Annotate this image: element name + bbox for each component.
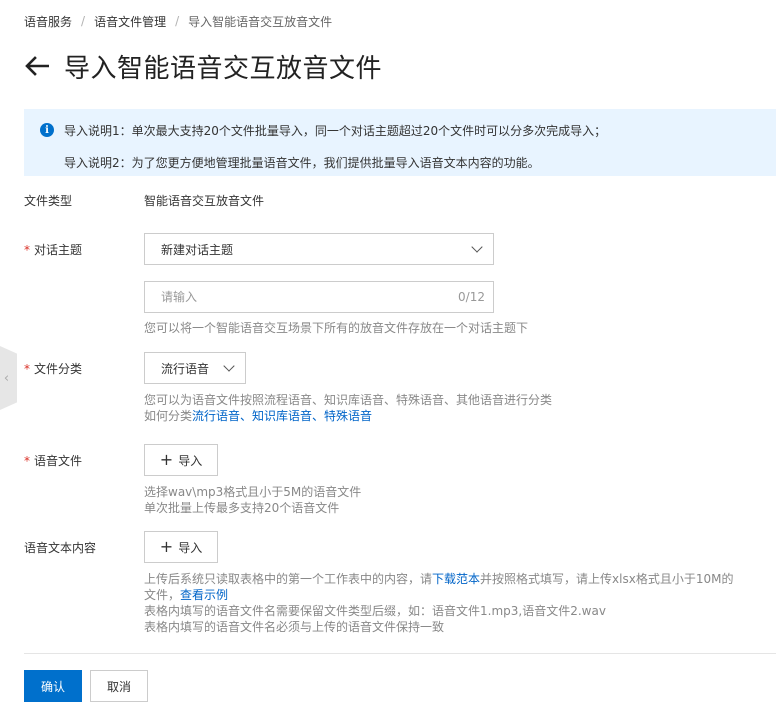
topic-name-field[interactable]: 0/12 [144, 281, 494, 313]
footer-divider [24, 653, 776, 654]
category-help-prefix: 如何分类 [144, 409, 193, 423]
topic-label-text: 对话主题 [34, 243, 83, 257]
char-counter: 0/12 [458, 290, 485, 304]
confirm-button[interactable]: 确认 [24, 670, 82, 702]
info-text-2: 导入说明2：为了您更方便地管理批量语音文件，我们提供批量导入语音文本内容的功能。 [64, 155, 540, 170]
topic-help: 您可以将一个智能语音交互场景下所有的放音文件存放在一个对话主题下 [144, 321, 529, 335]
text-content-help-prefix-2: 文件， [144, 588, 181, 602]
sidebar-collapse-handle[interactable]: ‹ [0, 346, 17, 410]
view-example-link[interactable]: 查看示例 [180, 588, 228, 602]
voice-file-import-button[interactable]: + 导入 [144, 444, 218, 476]
text-content-label: 语音文本内容 [24, 541, 97, 555]
text-content-help-line-2: 文件，查看示例 [144, 587, 744, 603]
topic-label: * 对话主题 [24, 241, 82, 259]
voice-file-help-line-1: 选择wav\mp3格式且小于5M的语音文件 [144, 485, 362, 499]
breadcrumb: 语音服务 / 语音文件管理 / 导入智能语音交互放音文件 [24, 12, 332, 30]
info-text-1: 导入说明1：单次最大支持20个文件批量导入，同一个对话主题超过20个文件时可以分… [64, 123, 607, 138]
category-help-link[interactable]: 流行语音、知识库语音、特殊语音 [192, 409, 372, 423]
info-icon: i [40, 123, 54, 137]
text-content-help-prefix: 上传后系统只读取表格中的第一个工作表中的内容，请 [144, 572, 433, 586]
topic-select[interactable]: 新建对话主题 [144, 233, 494, 265]
file-type-label: 文件类型 [24, 194, 73, 208]
breadcrumb-separator: / [81, 14, 86, 28]
category-help-line-1: 您可以为语音文件按照流程语音、知识库语音、特殊语音、其他语音进行分类 [144, 393, 553, 407]
voice-file-label-text: 语音文件 [34, 454, 83, 468]
plus-icon: + [159, 450, 174, 469]
chevron-down-icon [223, 360, 235, 372]
category-help: 您可以为语音文件按照流程语音、知识库语音、特殊语音、其他语音进行分类 如何分类流… [144, 392, 552, 424]
breadcrumb-item-voice-file-management[interactable]: 语音文件管理 [94, 13, 166, 30]
info-notice: i 导入说明1：单次最大支持20个文件批量导入，同一个对话主题超过20个文件时可… [24, 109, 776, 176]
voice-file-label: * 语音文件 [24, 452, 82, 470]
category-select[interactable]: 流行语音 [144, 352, 246, 384]
download-template-link[interactable]: 下载范本 [432, 572, 480, 586]
voice-file-help-line-2: 单次批量上传最多支持20个语音文件 [144, 501, 340, 515]
topic-name-input[interactable] [161, 290, 459, 304]
required-mark: * [24, 362, 30, 376]
breadcrumb-item-current: 导入智能语音交互放音文件 [188, 14, 333, 29]
text-content-help-suffix: 并按照格式填写，请上传xlsx格式且小于10M的 [480, 572, 734, 586]
info-line-2: 导入说明2：为了您更方便地管理批量语音文件，我们提供批量导入语音文本内容的功能。 [40, 151, 760, 173]
plus-icon: + [159, 537, 174, 556]
voice-file-help: 选择wav\mp3格式且小于5M的语音文件 单次批量上传最多支持20个语音文件 [144, 484, 361, 516]
page-header: 导入智能语音交互放音文件 [24, 44, 382, 88]
category-label: * 文件分类 [24, 360, 82, 378]
text-content-import-label: 导入 [178, 540, 203, 555]
topic-select-value: 新建对话主题 [161, 242, 234, 257]
text-content-help-line-1: 上传后系统只读取表格中的第一个工作表中的内容，请下载范本并按照格式填写，请上传x… [144, 571, 744, 587]
required-mark: * [24, 454, 30, 468]
text-content-import-button[interactable]: + 导入 [144, 531, 218, 563]
category-label-text: 文件分类 [34, 362, 83, 376]
text-content-help-line-4: 表格内填写的语音文件名必须与上传的语音文件保持一致 [144, 620, 445, 634]
chevron-left-icon: ‹ [3, 370, 10, 386]
info-line-1: i 导入说明1：单次最大支持20个文件批量导入，同一个对话主题超过20个文件时可… [40, 119, 760, 141]
breadcrumb-item-voice-service[interactable]: 语音服务 [24, 13, 72, 30]
cancel-button[interactable]: 取消 [90, 670, 148, 702]
category-select-value: 流行语音 [161, 361, 210, 376]
page-title: 导入智能语音交互放音文件 [64, 53, 383, 84]
voice-file-import-label: 导入 [178, 453, 203, 468]
chevron-down-icon [471, 241, 483, 253]
required-mark: * [24, 243, 30, 257]
text-content-help-line-3: 表格内填写的语音文件名需要保留文件类型后缀，如：语音文件1.mp3,语音文件2.… [144, 604, 606, 618]
file-type-value: 智能语音交互放音文件 [144, 194, 265, 208]
text-content-help: 上传后系统只读取表格中的第一个工作表中的内容，请下载范本并按照格式填写，请上传x… [144, 571, 744, 635]
category-help-line-2: 如何分类流行语音、知识库语音、特殊语音 [144, 408, 552, 424]
breadcrumb-separator: / [175, 14, 180, 28]
arrow-left-icon[interactable] [24, 53, 50, 79]
